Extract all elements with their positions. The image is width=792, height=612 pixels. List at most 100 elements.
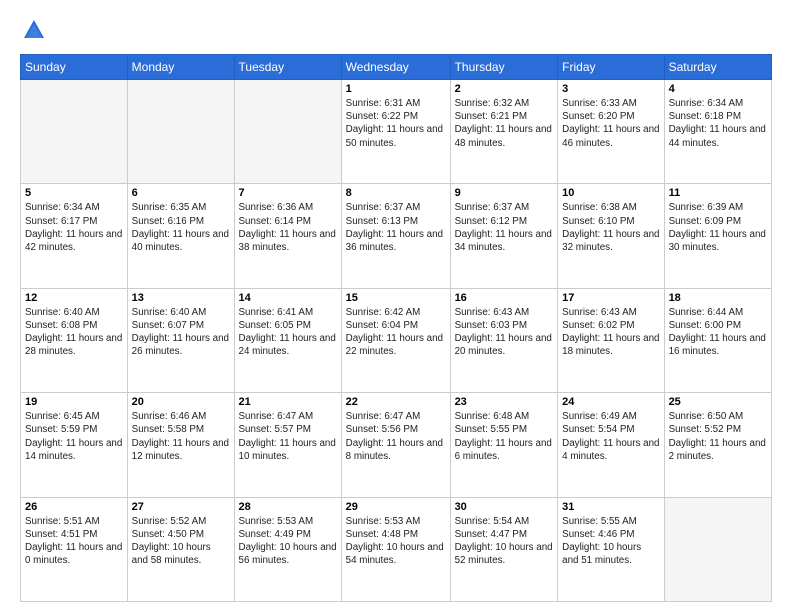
cell-date-number: 6 [132, 187, 230, 199]
day-header-saturday: Saturday [664, 55, 771, 80]
week-row-4: 26 Sunrise: 5:51 AM Sunset: 4:51 PM Dayli… [21, 497, 772, 601]
day-header-thursday: Thursday [450, 55, 558, 80]
calendar-cell: 8Sunrise: 6:37 AM Sunset: 6:13 PM Daylig… [341, 184, 450, 288]
page: SundayMondayTuesdayWednesdayThursdayFrid… [0, 0, 792, 612]
calendar-cell: 31 Sunrise: 5:55 AM Sunset: 4:46 PM Dayli… [558, 497, 664, 601]
cell-info-text: Sunrise: 6:43 AM Sunset: 6:03 PM Dayligh… [455, 306, 554, 359]
cell-date-number: 25 [669, 396, 767, 408]
calendar-cell: 7 Sunrise: 6:36 AM Sunset: 6:14 PM Daylig… [234, 184, 341, 288]
cell-info-text: Sunrise: 6:39 AM Sunset: 6:09 PM Dayligh… [669, 201, 767, 254]
cell-date-number: 31 [562, 501, 659, 513]
cell-info-text: Sunrise: 6:45 AM Sunset: 5:59 PM Dayligh… [25, 410, 123, 463]
cell-date-number: 27 [132, 501, 230, 513]
cell-date-number: 28 [239, 501, 337, 513]
calendar-cell: 9Sunrise: 6:37 AM Sunset: 6:12 PM Daylig… [450, 184, 558, 288]
cell-date-number: 30 [455, 501, 554, 513]
cell-date-number: 23 [455, 396, 554, 408]
cell-date-number: 20 [132, 396, 230, 408]
cell-date-number: 17 [562, 292, 659, 304]
cell-date-number: 10 [562, 187, 659, 199]
calendar-cell: 25 Sunrise: 6:50 AM Sunset: 5:52 PM Dayli… [664, 393, 771, 497]
cell-info-text: Sunrise: 6:36 AM Sunset: 6:14 PM Dayligh… [239, 201, 337, 254]
cell-date-number: 14 [239, 292, 337, 304]
cell-date-number: 19 [25, 396, 123, 408]
calendar-cell: 19 Sunrise: 6:45 AM Sunset: 5:59 PM Dayli… [21, 393, 128, 497]
cell-date-number: 12 [25, 292, 123, 304]
calendar-cell: 17 Sunrise: 6:43 AM Sunset: 6:02 PM Dayli… [558, 288, 664, 392]
cell-info-text: Sunrise: 6:49 AM Sunset: 5:54 PM Dayligh… [562, 410, 659, 463]
calendar-cell: 18Sunrise: 6:44 AM Sunset: 6:00 PM Dayli… [664, 288, 771, 392]
calendar-cell: 28 Sunrise: 5:53 AM Sunset: 4:49 PM Dayli… [234, 497, 341, 601]
week-row-0: 1 Sunrise: 6:31 AM Sunset: 6:22 PM Daylig… [21, 80, 772, 184]
cell-info-text: Sunrise: 6:40 AM Sunset: 6:08 PM Dayligh… [25, 306, 123, 359]
cell-info-text: Sunrise: 6:34 AM Sunset: 6:18 PM Dayligh… [669, 97, 767, 150]
calendar-cell [664, 497, 771, 601]
cell-info-text: Sunrise: 6:40 AM Sunset: 6:07 PM Dayligh… [132, 306, 230, 359]
cell-date-number: 21 [239, 396, 337, 408]
day-header-sunday: Sunday [21, 55, 128, 80]
calendar-cell: 2 Sunrise: 6:32 AM Sunset: 6:21 PM Daylig… [450, 80, 558, 184]
cell-date-number: 7 [239, 187, 337, 199]
cell-date-number: 29 [346, 501, 446, 513]
calendar-cell: 26 Sunrise: 5:51 AM Sunset: 4:51 PM Dayli… [21, 497, 128, 601]
day-header-monday: Monday [127, 55, 234, 80]
cell-date-number: 15 [346, 292, 446, 304]
calendar-cell [234, 80, 341, 184]
calendar-cell: 21 Sunrise: 6:47 AM Sunset: 5:57 PM Dayli… [234, 393, 341, 497]
cell-info-text: Sunrise: 6:31 AM Sunset: 6:22 PM Dayligh… [346, 97, 446, 150]
calendar-cell [21, 80, 128, 184]
cell-info-text: Sunrise: 6:41 AM Sunset: 6:05 PM Dayligh… [239, 306, 337, 359]
day-header-tuesday: Tuesday [234, 55, 341, 80]
cell-info-text: Sunrise: 6:48 AM Sunset: 5:55 PM Dayligh… [455, 410, 554, 463]
calendar-cell: 27 Sunrise: 5:52 AM Sunset: 4:50 PM Dayli… [127, 497, 234, 601]
cell-date-number: 5 [25, 187, 123, 199]
day-header-wednesday: Wednesday [341, 55, 450, 80]
cell-info-text: Sunrise: 6:46 AM Sunset: 5:58 PM Dayligh… [132, 410, 230, 463]
cell-date-number: 11 [669, 187, 767, 199]
calendar-cell: 15 Sunrise: 6:42 AM Sunset: 6:04 PM Dayli… [341, 288, 450, 392]
cell-info-text: Sunrise: 5:52 AM Sunset: 4:50 PM Dayligh… [132, 515, 230, 568]
cell-info-text: Sunrise: 5:55 AM Sunset: 4:46 PM Dayligh… [562, 515, 659, 568]
calendar-cell: 3Sunrise: 6:33 AM Sunset: 6:20 PM Daylig… [558, 80, 664, 184]
cell-info-text: Sunrise: 6:43 AM Sunset: 6:02 PM Dayligh… [562, 306, 659, 359]
calendar-cell: 10 Sunrise: 6:38 AM Sunset: 6:10 PM Dayli… [558, 184, 664, 288]
cell-info-text: Sunrise: 6:47 AM Sunset: 5:57 PM Dayligh… [239, 410, 337, 463]
cell-info-text: Sunrise: 6:50 AM Sunset: 5:52 PM Dayligh… [669, 410, 767, 463]
cell-info-text: Sunrise: 6:34 AM Sunset: 6:17 PM Dayligh… [25, 201, 123, 254]
cell-date-number: 26 [25, 501, 123, 513]
cell-date-number: 1 [346, 83, 446, 95]
calendar-cell: 11 Sunrise: 6:39 AM Sunset: 6:09 PM Dayli… [664, 184, 771, 288]
cell-date-number: 2 [455, 83, 554, 95]
week-row-2: 12 Sunrise: 6:40 AM Sunset: 6:08 PM Dayli… [21, 288, 772, 392]
week-row-3: 19 Sunrise: 6:45 AM Sunset: 5:59 PM Dayli… [21, 393, 772, 497]
cell-date-number: 13 [132, 292, 230, 304]
cell-date-number: 16 [455, 292, 554, 304]
cell-info-text: Sunrise: 6:42 AM Sunset: 6:04 PM Dayligh… [346, 306, 446, 359]
cell-info-text: Sunrise: 5:53 AM Sunset: 4:49 PM Dayligh… [239, 515, 337, 568]
cell-info-text: Sunrise: 5:51 AM Sunset: 4:51 PM Dayligh… [25, 515, 123, 568]
calendar-cell: 20 Sunrise: 6:46 AM Sunset: 5:58 PM Dayli… [127, 393, 234, 497]
calendar-cell: 24 Sunrise: 6:49 AM Sunset: 5:54 PM Dayli… [558, 393, 664, 497]
cell-info-text: Sunrise: 6:38 AM Sunset: 6:10 PM Dayligh… [562, 201, 659, 254]
calendar-cell: 14 Sunrise: 6:41 AM Sunset: 6:05 PM Dayli… [234, 288, 341, 392]
cell-date-number: 4 [669, 83, 767, 95]
calendar-cell: 5 Sunrise: 6:34 AM Sunset: 6:17 PM Daylig… [21, 184, 128, 288]
cell-date-number: 24 [562, 396, 659, 408]
cell-info-text: Sunrise: 5:53 AM Sunset: 4:48 PM Dayligh… [346, 515, 446, 568]
cell-info-text: Sunrise: 6:33 AM Sunset: 6:20 PM Dayligh… [562, 97, 659, 150]
calendar-cell: 6 Sunrise: 6:35 AM Sunset: 6:16 PM Daylig… [127, 184, 234, 288]
calendar-table: SundayMondayTuesdayWednesdayThursdayFrid… [20, 54, 772, 602]
logo-icon [20, 16, 48, 44]
cell-info-text: Sunrise: 6:32 AM Sunset: 6:21 PM Dayligh… [455, 97, 554, 150]
cell-info-text: Sunrise: 6:47 AM Sunset: 5:56 PM Dayligh… [346, 410, 446, 463]
cell-info-text: Sunrise: 6:35 AM Sunset: 6:16 PM Dayligh… [132, 201, 230, 254]
calendar-cell: 22Sunrise: 6:47 AM Sunset: 5:56 PM Dayli… [341, 393, 450, 497]
calendar-cell [127, 80, 234, 184]
logo [20, 16, 52, 44]
calendar-cell: 29 Sunrise: 5:53 AM Sunset: 4:48 PM Dayli… [341, 497, 450, 601]
cell-date-number: 18 [669, 292, 767, 304]
calendar-cell: 16 Sunrise: 6:43 AM Sunset: 6:03 PM Dayli… [450, 288, 558, 392]
cell-info-text: Sunrise: 6:37 AM Sunset: 6:12 PM Dayligh… [455, 201, 554, 254]
day-header-friday: Friday [558, 55, 664, 80]
cell-info-text: Sunrise: 6:37 AM Sunset: 6:13 PM Dayligh… [346, 201, 446, 254]
